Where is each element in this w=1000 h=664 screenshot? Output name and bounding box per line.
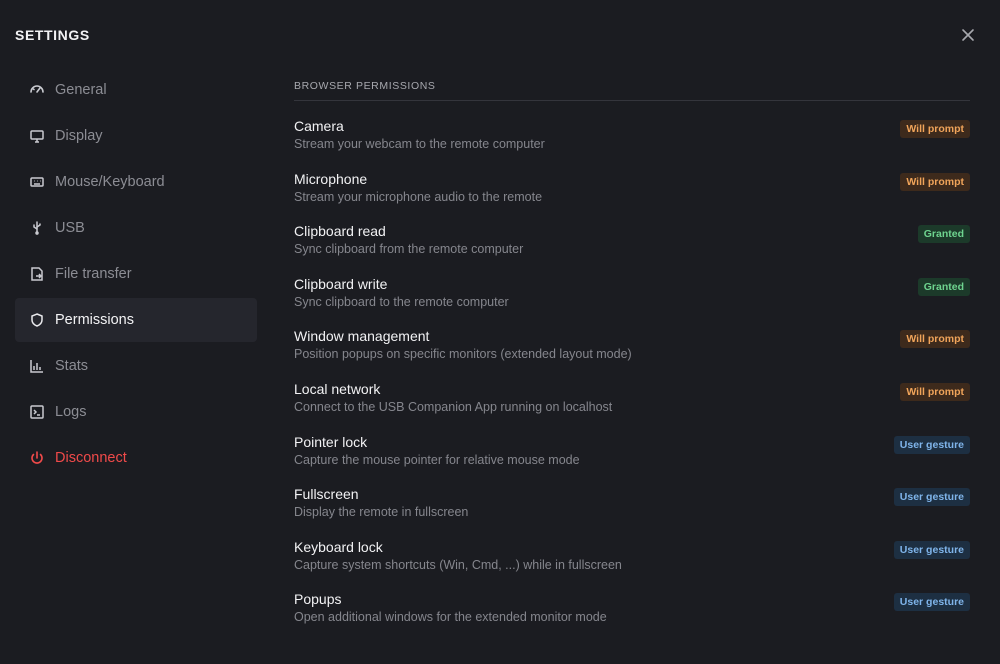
permission-name: Clipboard read xyxy=(294,223,386,240)
file-transfer-icon xyxy=(29,266,45,282)
sidebar-item-label: Mouse/Keyboard xyxy=(55,174,165,190)
sidebar-item-label: Stats xyxy=(55,358,89,374)
section-title: BROWSER PERMISSIONS xyxy=(294,80,970,101)
permission-description: Open additional windows for the extended… xyxy=(294,610,607,625)
permission-row-pointer-lock: Pointer lock Capture the mouse pointer f… xyxy=(294,434,970,487)
shield-icon xyxy=(29,312,45,328)
sidebar-item-label: General xyxy=(55,82,107,98)
terminal-icon xyxy=(29,404,45,420)
permission-name: Popups xyxy=(294,591,342,608)
status-badge: Will prompt xyxy=(900,120,970,138)
permissions-panel: BROWSER PERMISSIONS Camera Stream your w… xyxy=(294,80,970,644)
close-icon xyxy=(962,29,974,41)
sidebar-item-mouse-keyboard[interactable]: Mouse/Keyboard xyxy=(15,160,257,204)
sidebar-item-stats[interactable]: Stats xyxy=(15,344,257,388)
gauge-icon xyxy=(29,82,45,98)
permission-name: Clipboard write xyxy=(294,275,388,292)
permissions-list: Camera Stream your webcam to the remote … xyxy=(294,118,970,644)
sidebar-item-display[interactable]: Display xyxy=(15,114,257,158)
status-badge: Will prompt xyxy=(900,172,970,191)
status-badge: Granted xyxy=(917,277,970,296)
keyboard-icon xyxy=(29,174,45,190)
permission-row-popups: Popups Open additional windows for the e… xyxy=(294,591,970,644)
sidebar-item-label: Disconnect xyxy=(55,450,127,466)
power-icon xyxy=(29,450,45,466)
sidebar-item-file-transfer[interactable]: File transfer xyxy=(15,252,257,296)
permission-description: Stream your webcam to the remote compute… xyxy=(294,137,545,151)
status-badge: User gesture xyxy=(893,593,970,612)
permission-description: Stream your microphone audio to the remo… xyxy=(294,189,543,204)
permission-row-keyboard-lock: Keyboard lock Capture system shortcuts (… xyxy=(294,539,970,592)
sidebar-item-label: File transfer xyxy=(55,266,132,282)
permission-row-camera: Camera Stream your webcam to the remote … xyxy=(294,118,970,171)
settings-title: SETTINGS xyxy=(15,27,90,43)
settings-sidebar: General Display Mouse/Keyboard USB File … xyxy=(15,68,257,482)
status-badge: Will prompt xyxy=(900,382,970,401)
usb-icon xyxy=(29,220,45,236)
permission-description: Capture the mouse pointer for relative m… xyxy=(294,452,580,467)
permission-name: Keyboard lock xyxy=(294,538,383,555)
permission-name: Local network xyxy=(294,380,381,397)
status-badge: User gesture xyxy=(893,435,970,454)
permission-name: Fullscreen xyxy=(294,486,359,503)
permission-description: Sync clipboard from the remote computer xyxy=(294,242,524,257)
settings-window: SETTINGS General Display Mouse/Keyboard … xyxy=(0,0,1000,664)
sidebar-item-label: Logs xyxy=(55,404,87,420)
monitor-icon xyxy=(29,128,45,144)
permission-description: Capture system shortcuts (Win, Cmd, ...)… xyxy=(294,557,622,572)
permission-row-clipboard-read: Clipboard read Sync clipboard from the r… xyxy=(294,223,970,276)
close-button[interactable] xyxy=(957,24,979,46)
status-badge: Granted xyxy=(917,225,970,244)
permission-row-clipboard-write: Clipboard write Sync clipboard to the re… xyxy=(294,276,970,329)
permission-description: Sync clipboard to the remote computer xyxy=(294,294,509,309)
permission-name: Window management xyxy=(294,328,430,345)
permission-description: Connect to the USB Companion App running… xyxy=(294,399,613,414)
status-badge: User gesture xyxy=(893,488,970,507)
sidebar-item-usb[interactable]: USB xyxy=(15,206,257,250)
sidebar-item-permissions[interactable]: Permissions xyxy=(15,298,257,342)
permission-name: Pointer lock xyxy=(294,433,368,450)
sidebar-item-label: Display xyxy=(55,128,103,144)
sidebar-item-logs[interactable]: Logs xyxy=(15,390,257,434)
permission-row-fullscreen: Fullscreen Display the remote in fullscr… xyxy=(294,486,970,539)
sidebar-item-general[interactable]: General xyxy=(15,68,257,112)
sidebar-item-label: USB xyxy=(55,220,85,236)
sidebar-item-label: Permissions xyxy=(55,312,134,328)
status-badge: Will prompt xyxy=(900,330,970,349)
permission-description: Display the remote in fullscreen xyxy=(294,505,469,520)
status-badge: User gesture xyxy=(893,540,970,559)
permission-row-microphone: Microphone Stream your microphone audio … xyxy=(294,171,970,224)
permission-row-window-management: Window management Position popups on spe… xyxy=(294,328,970,381)
permission-name: Microphone xyxy=(294,170,368,187)
permission-name: Camera xyxy=(294,118,344,134)
permission-row-local-network: Local network Connect to the USB Compani… xyxy=(294,381,970,434)
sidebar-item-disconnect[interactable]: Disconnect xyxy=(15,436,257,480)
bar-chart-icon xyxy=(29,358,45,374)
permission-description: Position popups on specific monitors (ex… xyxy=(294,347,632,362)
